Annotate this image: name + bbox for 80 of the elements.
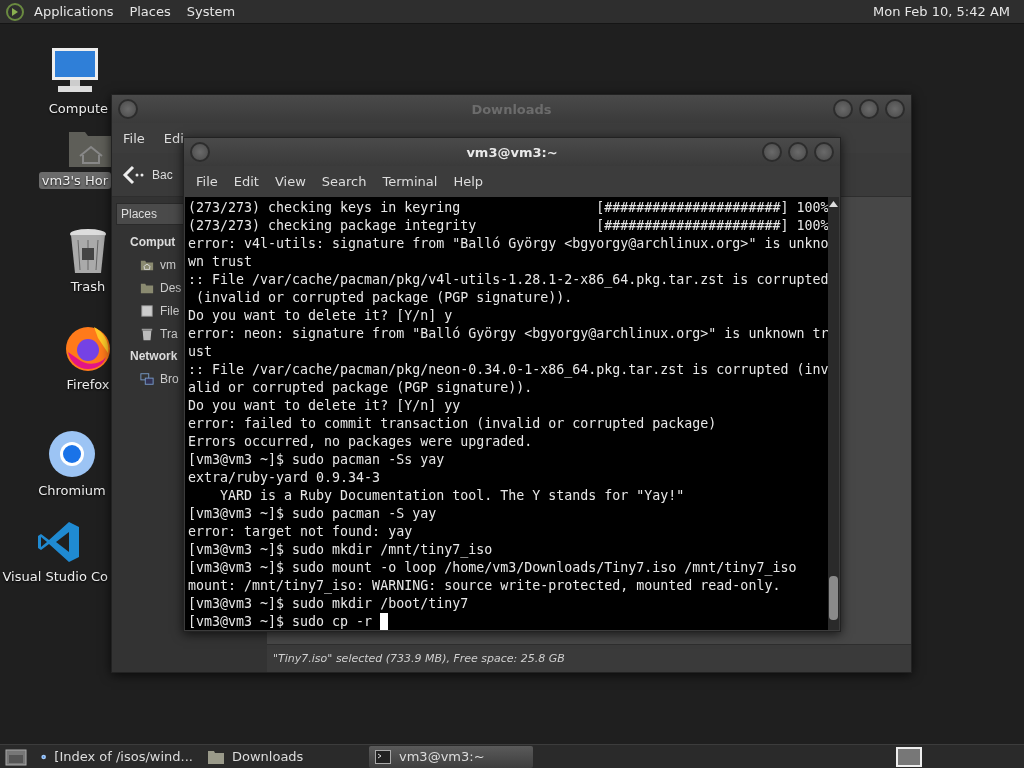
taskbar-button[interactable]: Downloads bbox=[202, 745, 366, 768]
clock[interactable]: Mon Feb 10, 5:42 AM bbox=[867, 4, 1016, 19]
sidebar-heading: Comput bbox=[129, 234, 176, 251]
desktop-icon-label[interactable]: Compute bbox=[45, 100, 111, 117]
taskbar-button[interactable]: vm3@vm3:~ bbox=[369, 745, 533, 768]
terminal-line: error: target not found: yay bbox=[188, 523, 413, 541]
back-arrow-icon bbox=[122, 164, 144, 185]
terminal-line: Do you want to delete it? [Y/n] y bbox=[188, 307, 453, 325]
sidebar-heading: Network bbox=[129, 348, 178, 365]
sidebar-item[interactable]: Des bbox=[160, 280, 182, 295]
terminal-line: Do you want to delete it? [Y/n] yy bbox=[188, 397, 461, 415]
desktop-icon-label[interactable]: vm3's Hor bbox=[38, 172, 111, 189]
trash-icon bbox=[140, 326, 154, 341]
chromium-icon bbox=[48, 430, 96, 478]
terminal-line: (273/273) checking keys in keyring [######################] 100% bbox=[188, 199, 829, 217]
terminal-line: ust bbox=[188, 343, 213, 361]
panel-menu[interactable]: Applications bbox=[28, 4, 120, 19]
close-button[interactable] bbox=[814, 142, 834, 162]
scrollbar-thumb[interactable] bbox=[829, 576, 839, 620]
desktop-icon-label[interactable]: Firefox bbox=[63, 376, 113, 393]
workspace-switcher-icon[interactable] bbox=[896, 746, 922, 767]
trash-icon bbox=[68, 228, 108, 274]
menu-item[interactable]: File bbox=[190, 174, 224, 189]
desktop-icon-label[interactable]: Chromium bbox=[35, 482, 109, 499]
menu-item[interactable]: View bbox=[268, 174, 312, 189]
terminal-line: error: failed to commit transaction (invalid or corrupted package) bbox=[188, 415, 717, 433]
terminal-line: [vm3@vm3 ~]$ sudo cp -r bbox=[188, 613, 373, 631]
maximize-button[interactable] bbox=[859, 99, 879, 119]
minimize-button[interactable] bbox=[833, 99, 853, 119]
menu-item[interactable]: Edit bbox=[227, 174, 265, 189]
menu-item[interactable]: Search bbox=[315, 174, 373, 189]
terminal-line: [vm3@vm3 ~]$ sudo pacman -Ss yay bbox=[188, 451, 445, 469]
terminal-line: error: v4l-utils: signature from "Balló György <bgyorgy@archlinux.org>" is unkno bbox=[188, 235, 829, 253]
terminal-line: :: File /var/cache/pacman/pkg/neon-0.34.0-1-x86_64.pkg.tar.zst is corrupted (inv bbox=[188, 361, 829, 379]
firefox-icon bbox=[64, 324, 112, 372]
network-icon bbox=[140, 371, 154, 386]
scroll-up-icon[interactable] bbox=[829, 201, 839, 207]
terminal-line: [vm3@vm3 ~]$ sudo mkdir /boot/tiny7 bbox=[188, 595, 469, 613]
terminal-line: (invalid or corrupted package (PGP signature)). bbox=[195, 289, 573, 307]
terminal-line: mount: /mnt/tiny7_iso: WARNING: source write-protected, mounted read-only. bbox=[188, 577, 781, 595]
menu-item[interactable]: Edi bbox=[158, 130, 184, 146]
terminal-line: wn trust bbox=[188, 253, 253, 271]
panel-menu[interactable]: Places bbox=[123, 4, 177, 19]
back-button[interactable]: Bac bbox=[122, 164, 173, 185]
status-bar: "Tiny7.iso" selected (733.9 MB), Free space: 25.8 GB bbox=[267, 644, 911, 672]
folder-icon bbox=[208, 749, 224, 764]
sidebar-item[interactable]: Bro bbox=[160, 371, 179, 386]
window-title: vm3@vm3:~ bbox=[466, 144, 558, 160]
sidebar-item[interactable]: vm bbox=[160, 257, 176, 272]
terminal-line: :: File /var/cache/pacman/pkg/v4l-utils-1.28.1-2-x86_64.pkg.tar.zst is corrupted bbox=[188, 271, 829, 289]
desktop-icon-label[interactable]: Visual Studio Co bbox=[0, 568, 111, 585]
menu-logo-icon[interactable] bbox=[6, 2, 24, 21]
terminal-line: [vm3@vm3 ~]$ sudo mkdir /mnt/tiny7_iso bbox=[188, 541, 493, 559]
text-cursor bbox=[380, 613, 389, 630]
window-menu-button[interactable] bbox=[190, 142, 210, 162]
terminal-line: alid or corrupted package (PGP signature)). bbox=[188, 379, 533, 397]
menu-item[interactable]: Terminal bbox=[376, 174, 444, 189]
sidebar-item[interactable]: Tra bbox=[160, 326, 178, 341]
desktop-icon-label[interactable]: Trash bbox=[67, 278, 109, 295]
terminal-line: extra/ruby-yard 0.9.34-3 bbox=[188, 469, 381, 487]
terminal-line: (273/273) checking package integrity [######################] 100% bbox=[188, 217, 829, 235]
panel-menu[interactable]: System bbox=[180, 4, 242, 19]
vscode-icon bbox=[37, 520, 81, 564]
terminal-line: [vm3@vm3 ~]$ sudo pacman -S yay bbox=[188, 505, 437, 523]
menu-item[interactable]: Help bbox=[447, 174, 490, 189]
window-menu-button[interactable] bbox=[118, 99, 138, 119]
close-button[interactable] bbox=[885, 99, 905, 119]
scrollbar-track[interactable] bbox=[828, 197, 839, 630]
maximize-button[interactable] bbox=[788, 142, 808, 162]
terminal-line: Errors occurred, no packages were upgraded. bbox=[188, 433, 533, 451]
places-dropdown[interactable]: Places bbox=[116, 203, 186, 225]
drive-icon bbox=[140, 303, 154, 318]
sidebar-item[interactable]: File bbox=[160, 303, 180, 318]
menu-item[interactable]: File bbox=[118, 130, 145, 146]
minimize-button[interactable] bbox=[762, 142, 782, 162]
terminal-icon bbox=[375, 749, 391, 764]
terminal-line: [vm3@vm3 ~]$ sudo mount -o loop /home/vm3/Downloads/Tiny7.iso /mnt/tiny7_iso bbox=[188, 559, 797, 577]
terminal-line: error: neon: signature from "Balló György <bgyorgy@archlinux.org>" is unknown tr bbox=[188, 325, 829, 343]
taskbar-button[interactable]: [Index of /isos/wind... bbox=[35, 745, 199, 768]
terminal-line: YARD is a Ruby Documentation tool. The Y stands for "Yay!" bbox=[219, 487, 685, 505]
